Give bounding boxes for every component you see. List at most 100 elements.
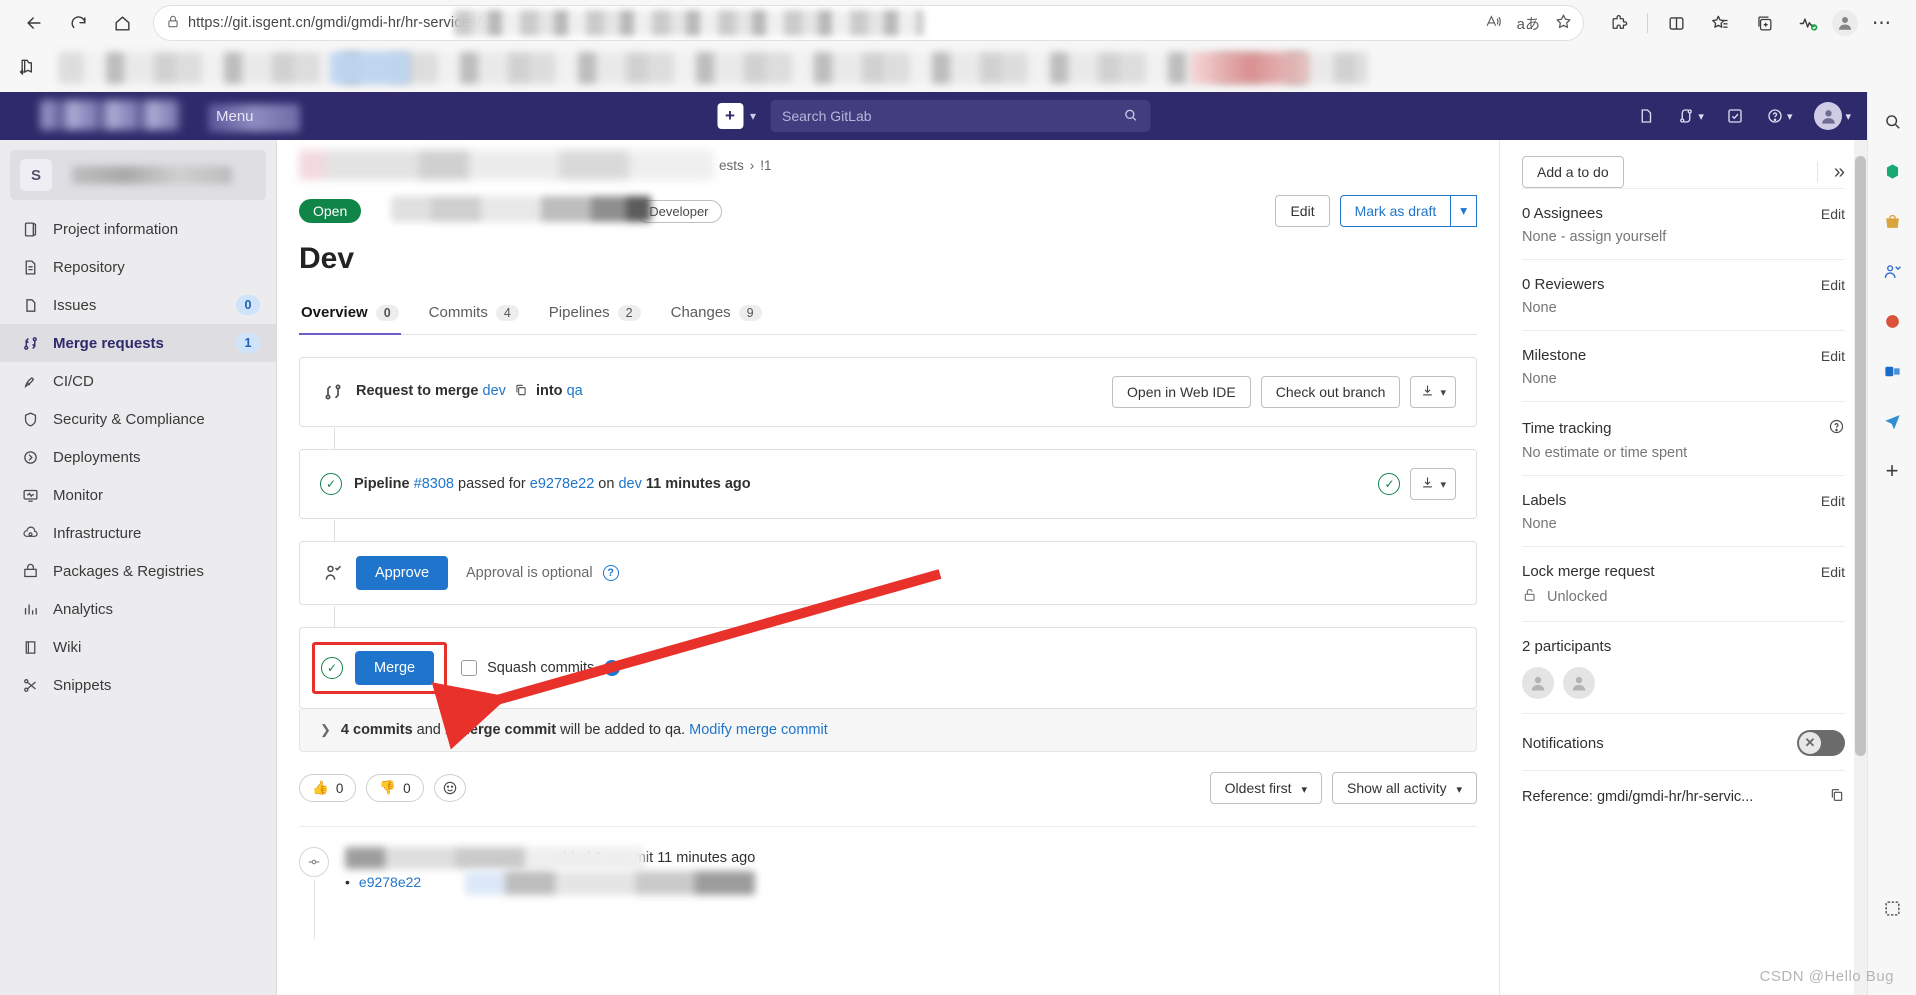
todo-icon[interactable]	[1726, 107, 1744, 125]
approve-button[interactable]: Approve	[356, 556, 449, 590]
gitlab-logo[interactable]	[16, 96, 206, 136]
split-screen-icon[interactable]	[1656, 6, 1696, 40]
collapse-sidebar-icon[interactable]: »	[1816, 162, 1845, 182]
open-in-web-ide-button[interactable]: Open in Web IDE	[1112, 376, 1251, 408]
avatar[interactable]: ▾	[1814, 102, 1851, 130]
sidebar-item-snippets[interactable]: Snippets	[0, 666, 276, 704]
lock-edit-button[interactable]: Edit	[1821, 564, 1845, 580]
sidebar-item-label: Project information	[53, 220, 179, 238]
sidebar-item-project-information[interactable]: Project information	[0, 210, 276, 248]
settings-more-icon[interactable]: ⋯	[1862, 6, 1902, 40]
main-menu-button[interactable]: Menu	[208, 103, 300, 132]
sidebar-item-analytics[interactable]: Analytics	[0, 590, 276, 628]
squash-commits-label: Squash commits	[487, 660, 595, 676]
search-input[interactable]: Search GitLab	[770, 100, 1151, 132]
copilot-icon[interactable]	[1877, 156, 1907, 186]
sidebar-item-label: Issues	[53, 296, 97, 314]
bookmarks-bar[interactable]	[0, 46, 1916, 90]
activity-filter-dropdown[interactable]: Show all activity ▾	[1331, 772, 1477, 804]
tab-overview[interactable]: Overview 0	[299, 296, 401, 335]
avatar[interactable]	[1563, 667, 1595, 699]
sidebar-item-deployments[interactable]: Deployments	[0, 438, 276, 476]
modify-merge-commit-link[interactable]: Modify merge commit	[689, 722, 828, 738]
home-icon[interactable]	[102, 6, 142, 40]
sidebar-item-merge-requests[interactable]: Merge requests 1	[0, 324, 276, 362]
help-icon[interactable]: ▾	[1766, 107, 1792, 125]
reviewers-edit-button[interactable]: Edit	[1821, 277, 1845, 293]
copy-reference-icon[interactable]	[1829, 787, 1845, 807]
target-branch-link[interactable]: qa	[567, 383, 583, 399]
help-circle-icon[interactable]: ?	[604, 660, 621, 676]
breadcrumb-mr-id[interactable]: !1	[760, 158, 771, 173]
assignees-edit-button[interactable]: Edit	[1821, 206, 1845, 222]
commit-sha-link[interactable]: e9278e22	[530, 476, 595, 492]
send-icon[interactable]	[1877, 406, 1907, 436]
tab-pipelines[interactable]: Pipelines 2	[547, 296, 643, 335]
add-icon[interactable]: +	[1877, 456, 1907, 486]
merge-button[interactable]: Merge	[355, 651, 435, 685]
mark-as-draft-button[interactable]: Mark as draft	[1339, 195, 1452, 227]
avatar[interactable]	[1522, 667, 1554, 699]
chevron-down-icon[interactable]: ▾	[1451, 195, 1477, 227]
sidebar-item-wiki[interactable]: Wiki	[0, 628, 276, 666]
chevron-right-icon[interactable]: ❯	[320, 722, 331, 738]
outlook-icon[interactable]	[1877, 356, 1907, 386]
sidebar-item-repository[interactable]: Repository	[0, 248, 276, 286]
milestone-edit-button[interactable]: Edit	[1821, 348, 1845, 364]
add-emoji-icon[interactable]	[433, 774, 466, 802]
star-icon[interactable]	[1554, 12, 1573, 34]
tools-icon[interactable]	[1877, 256, 1907, 286]
download-dropdown-button[interactable]: ▾	[1410, 376, 1456, 408]
plus-square-icon[interactable]: +	[716, 103, 743, 129]
thumbs-up-reaction[interactable]: 👍 0	[299, 774, 357, 802]
activity-commit-sha-link[interactable]: e9278e22	[359, 874, 421, 890]
shopping-icon[interactable]	[1877, 206, 1907, 236]
back-arrow-icon[interactable]	[14, 6, 54, 40]
office-icon[interactable]	[1877, 306, 1907, 336]
sidebar-item-packages-registries[interactable]: Packages & Registries	[0, 552, 276, 590]
add-to-collection-icon[interactable]	[1744, 6, 1784, 40]
bookmark-folder-icon[interactable]	[14, 57, 38, 80]
breadcrumb-merge-requests[interactable]: ests	[719, 158, 744, 173]
chevron-down-icon[interactable]: ▾	[750, 109, 756, 123]
profile-icon[interactable]	[1832, 10, 1858, 36]
sidebar-item-security-compliance[interactable]: Security & Compliance	[0, 400, 276, 438]
translate-icon[interactable]: aあ	[1517, 13, 1540, 34]
extensions-icon[interactable]	[1599, 6, 1639, 40]
search-icon[interactable]	[1877, 106, 1907, 136]
help-circle-icon[interactable]	[1828, 418, 1845, 438]
add-todo-button[interactable]: Add a to do	[1522, 156, 1624, 188]
edit-button[interactable]: Edit	[1275, 195, 1330, 227]
source-branch-link[interactable]: dev	[483, 383, 506, 399]
tab-changes[interactable]: Changes 9	[669, 296, 764, 335]
notifications-toggle[interactable]: ✕	[1797, 730, 1845, 756]
collections-icon[interactable]	[1700, 6, 1740, 40]
tab-commits[interactable]: Commits 4	[427, 296, 521, 335]
squash-commits-checkbox[interactable]	[461, 660, 478, 676]
sidebar-item-infrastructure[interactable]: Infrastructure	[0, 514, 276, 552]
sidebar-item-monitor[interactable]: Monitor	[0, 476, 276, 514]
labels-edit-button[interactable]: Edit	[1821, 493, 1845, 509]
merge-request-icon[interactable]: ▾	[1677, 107, 1704, 125]
reload-icon[interactable]	[58, 6, 98, 40]
download-dropdown-button[interactable]: ▾	[1410, 468, 1456, 500]
sidebar-item-ci-cd[interactable]: CI/CD	[0, 362, 276, 400]
assignees-value[interactable]: None - assign yourself	[1522, 229, 1845, 245]
sort-order-dropdown[interactable]: Oldest first ▾	[1209, 772, 1322, 804]
pipeline-id-link[interactable]: #8308	[414, 476, 454, 492]
address-bar[interactable]: https://git.isgent.cn/gmdi/gmdi-hr/hr-se…	[154, 6, 1583, 40]
browser-essentials-icon[interactable]	[1788, 6, 1828, 40]
check-out-branch-button[interactable]: Check out branch	[1260, 376, 1401, 408]
sidebar-item-issues[interactable]: Issues 0	[0, 286, 276, 324]
page-scrollbar[interactable]	[1854, 140, 1867, 995]
customize-sidebar-icon[interactable]	[1877, 893, 1907, 923]
pipeline-branch-link[interactable]: dev	[618, 476, 641, 492]
read-aloud-icon[interactable]	[1484, 13, 1503, 33]
sidebar-project-header[interactable]: S	[10, 150, 266, 200]
issues-icon[interactable]	[1637, 107, 1655, 125]
notifications-label: Notifications	[1522, 734, 1604, 752]
help-circle-icon[interactable]: ?	[602, 565, 619, 581]
copy-branch-icon[interactable]	[514, 383, 528, 401]
scrollbar-thumb[interactable]	[1855, 156, 1866, 756]
thumbs-down-reaction[interactable]: 👎 0	[366, 774, 424, 802]
